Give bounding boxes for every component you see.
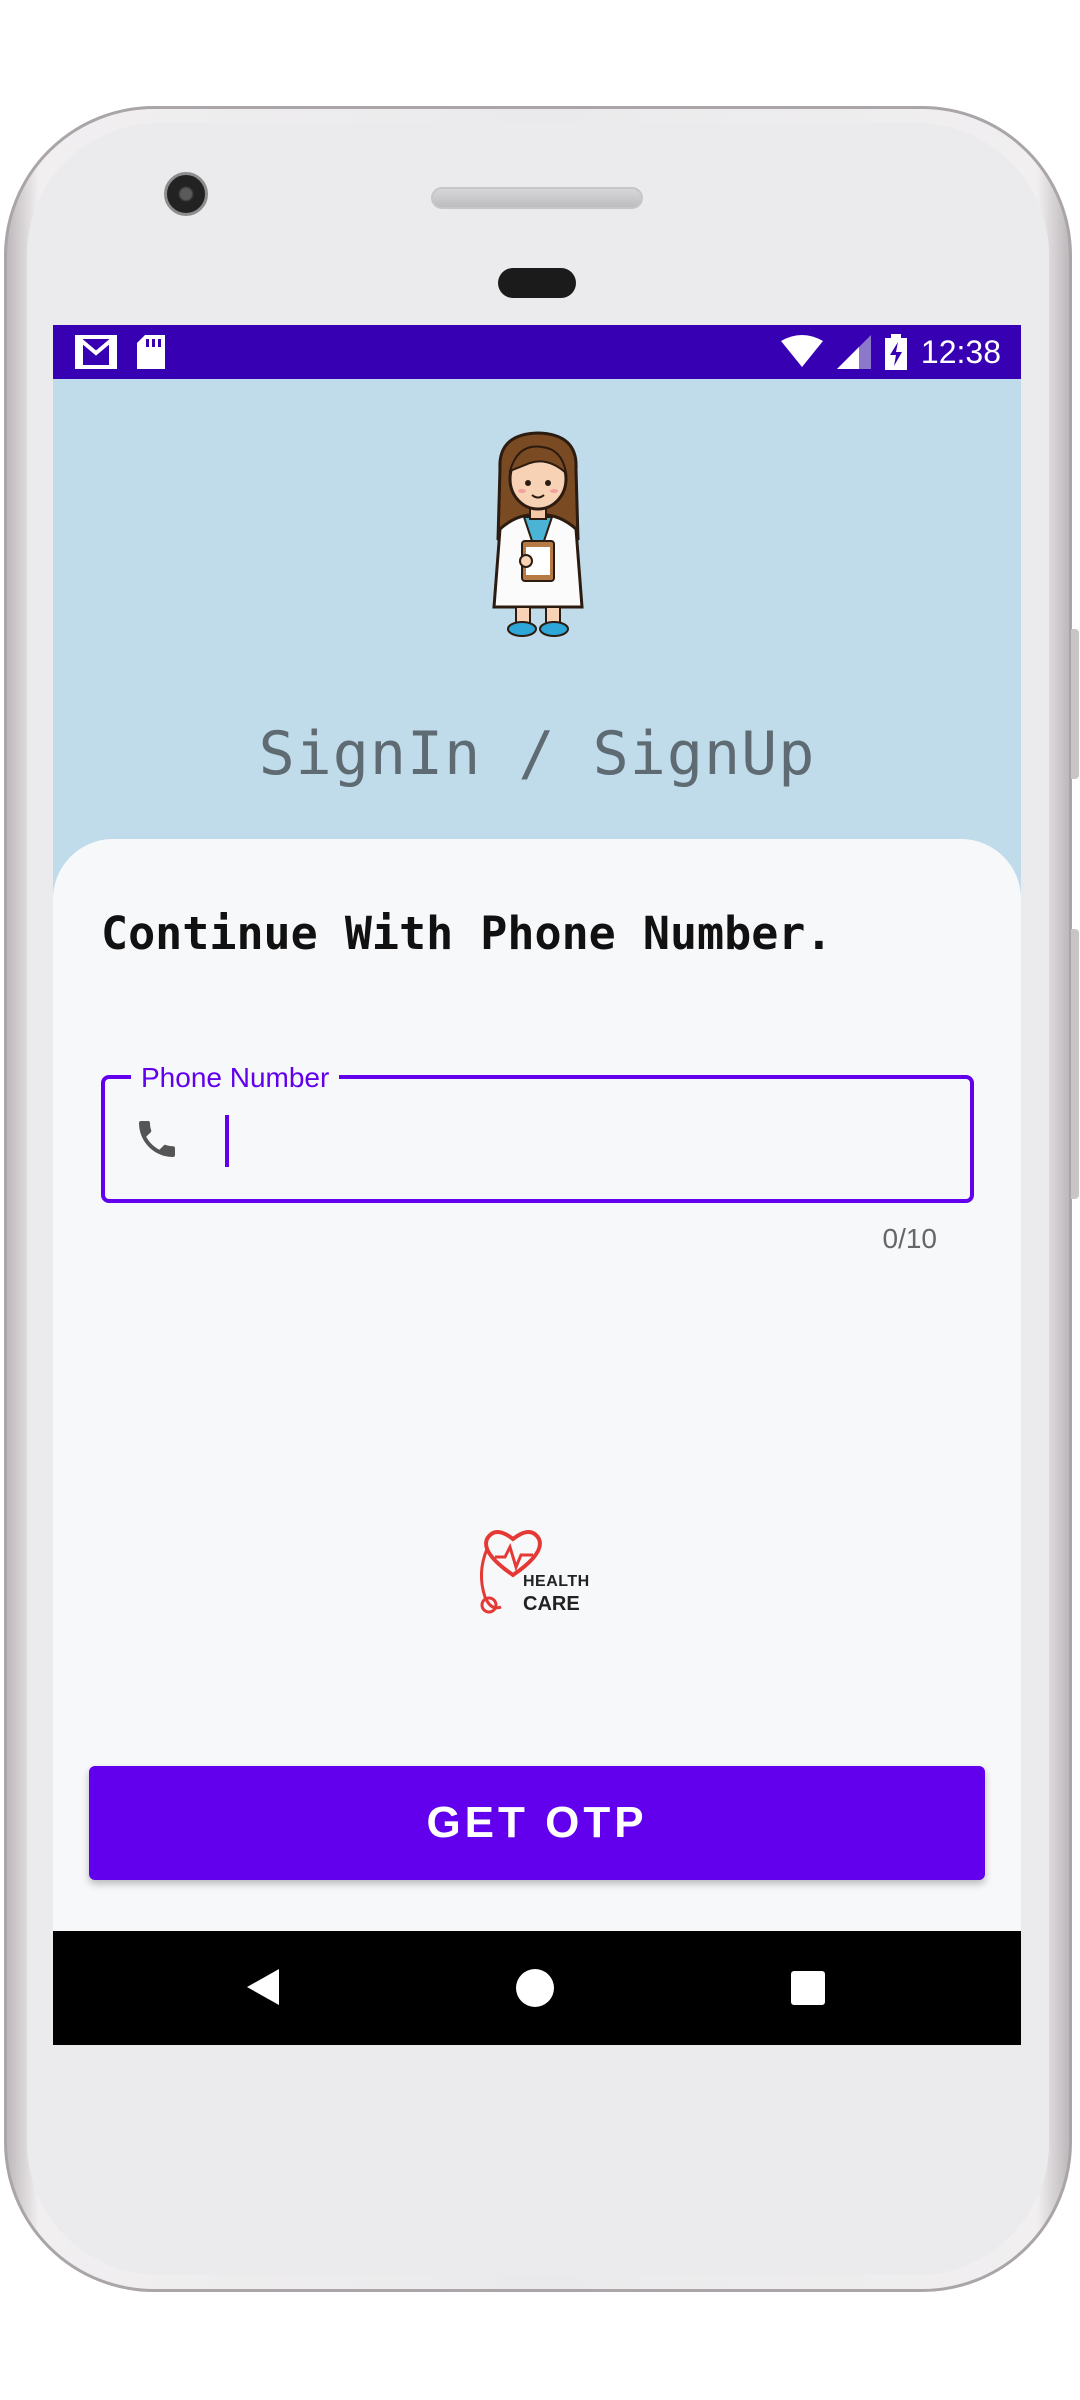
volume-button — [1071, 929, 1079, 1199]
text-cursor — [225, 1115, 229, 1167]
phone-icon — [139, 1121, 175, 1157]
get-otp-button[interactable]: GET OTP — [89, 1766, 985, 1880]
header-section: SignIn / SignUp — [53, 379, 1021, 859]
battery-charging-icon — [884, 334, 907, 370]
recents-icon[interactable] — [791, 1971, 825, 2005]
card-subtitle: Continue With Phone Number. — [101, 907, 833, 960]
phone-field-label: Phone Number — [131, 1061, 340, 1095]
character-counter: 0/10 — [882, 1223, 938, 1254]
signal-icon — [836, 335, 871, 369]
power-button — [1071, 629, 1079, 779]
logo-text-health: HEALTH — [523, 1573, 590, 1590]
health-care-logo: HEALTH CARE — [473, 1527, 603, 1627]
home-icon[interactable] — [516, 1969, 554, 2007]
sd-card-icon — [137, 335, 165, 369]
front-camera — [164, 172, 208, 216]
wifi-icon — [780, 335, 823, 367]
phone-number-input[interactable] — [223, 1103, 947, 1177]
status-bar: 12:38 — [53, 325, 1021, 379]
proximity-sensor — [498, 268, 576, 298]
app-screen: 12:38 SignIn / SignUp Continue With Phon… — [53, 325, 1021, 2045]
logo-text-care: CARE — [523, 1593, 580, 1615]
page-title: SignIn / SignUp — [258, 719, 816, 789]
gmail-icon — [75, 335, 117, 369]
earpiece-speaker — [431, 187, 643, 209]
back-icon[interactable] — [245, 1967, 281, 2007]
phone-number-field[interactable]: Phone Number — [101, 1061, 974, 1203]
signin-card: Continue With Phone Number. Phone Number… — [53, 839, 1021, 2045]
doctor-illustration — [492, 431, 584, 637]
navigation-bar — [53, 1931, 1021, 2045]
status-clock: 12:38 — [920, 333, 1001, 370]
